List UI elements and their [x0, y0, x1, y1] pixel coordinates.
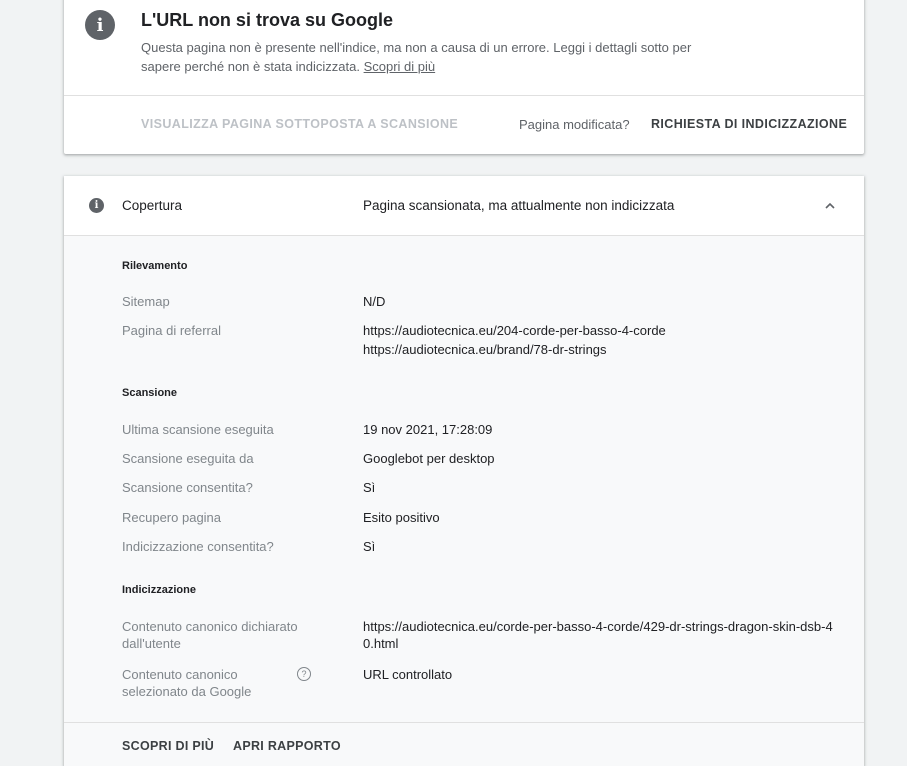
section-title-indexing: Indicizzazione: [122, 584, 196, 596]
indexing-allowed-value: Sì: [363, 539, 376, 554]
coverage-header[interactable]: i Copertura Pagina scansionata, ma attua…: [64, 176, 864, 236]
open-report-button[interactable]: APRI RAPPORTO: [233, 739, 341, 753]
coverage-value: Pagina scansionata, ma attualmente non i…: [363, 198, 675, 213]
crawl-allowed-label: Scansione consentita?: [122, 480, 253, 495]
page-modified-question: Pagina modificata?: [519, 117, 630, 132]
last-crawl-value: 19 nov 2021, 17:28:09: [363, 422, 493, 437]
google-canonical-value: URL controllato: [363, 667, 453, 682]
user-canonical-label: Contenuto canonico dichiarato dall'utent…: [122, 619, 298, 651]
view-crawled-page-button[interactable]: VISUALIZZA PAGINA SOTTOPOSTA A SCANSIONE: [141, 117, 458, 131]
coverage-card: i Copertura Pagina scansionata, ma attua…: [64, 176, 864, 766]
help-icon[interactable]: ?: [297, 667, 311, 681]
coverage-details: Rilevamento Sitemap N/D Pagina di referr…: [64, 236, 864, 766]
status-card: i L'URL non si trova su Google Questa pa…: [64, 0, 864, 154]
referral-value-2[interactable]: https://audiotecnica.eu/brand/78-dr-stri…: [363, 341, 843, 358]
section-title-crawl: Scansione: [122, 387, 178, 399]
divider: [64, 95, 864, 96]
page-fetch-label: Recupero pagina: [122, 510, 222, 525]
status-description: Questa pagina non è presente nell'indice…: [141, 38, 701, 76]
learn-more-link[interactable]: Scopri di più: [364, 59, 436, 74]
last-crawl-label: Ultima scansione eseguita: [122, 422, 274, 437]
section-title-discovery: Rilevamento: [122, 260, 188, 272]
user-canonical-value[interactable]: https://audiotecnica.eu/corde-per-basso-…: [363, 618, 843, 652]
google-canonical-label: Contenuto canonico selezionato da Google: [122, 667, 252, 699]
page-fetch-value: Esito positivo: [363, 510, 440, 525]
coverage-label: Copertura: [122, 198, 183, 213]
sitemap-label: Sitemap: [122, 294, 170, 309]
divider: [64, 722, 864, 723]
info-icon: i: [85, 10, 115, 40]
learn-more-button[interactable]: SCOPRI DI PIÙ: [122, 739, 214, 753]
crawled-as-value: Googlebot per desktop: [363, 451, 495, 466]
info-icon: i: [89, 198, 104, 213]
sitemap-value: N/D: [363, 294, 386, 309]
crawled-as-label: Scansione eseguita da: [122, 451, 254, 466]
referral-label: Pagina di referral: [122, 323, 221, 338]
request-indexing-button[interactable]: RICHIESTA DI INDICIZZAZIONE: [651, 117, 847, 131]
indexing-allowed-label: Indicizzazione consentita?: [122, 539, 274, 554]
referral-value-1[interactable]: https://audiotecnica.eu/204-corde-per-ba…: [363, 322, 843, 339]
crawl-allowed-value: Sì: [363, 480, 376, 495]
status-title: L'URL non si trova su Google: [141, 10, 393, 30]
chevron-up-icon[interactable]: [820, 196, 840, 216]
